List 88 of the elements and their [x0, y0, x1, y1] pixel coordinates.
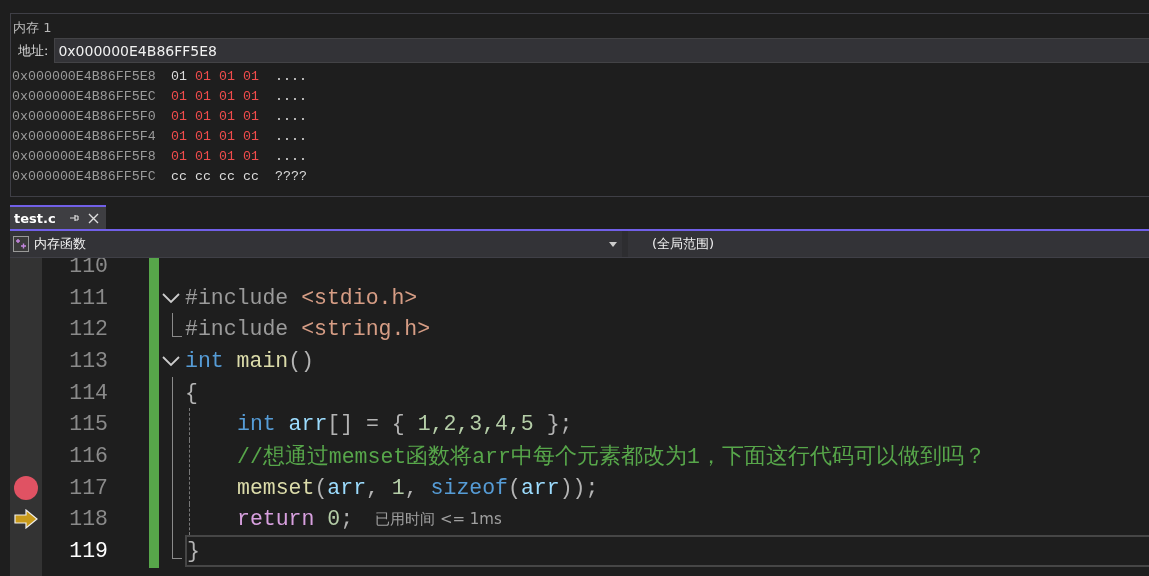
- memory-byte: 01: [242, 148, 259, 164]
- line-number: 113: [68, 347, 108, 375]
- directive: #include: [185, 285, 290, 310]
- memory-byte: 01: [171, 108, 187, 124]
- number-literal: 1,2,3,4,5: [417, 412, 534, 437]
- memory-address: 0x000000E4B86FF5F0: [12, 108, 157, 124]
- punctuation: [] = {: [327, 412, 406, 437]
- caret-icon: [609, 241, 617, 247]
- line-number: 111: [68, 284, 108, 312]
- punctuation: }: [187, 539, 200, 564]
- file-tab[interactable]: test.c: [10, 205, 106, 229]
- collapse-icon[interactable]: [162, 291, 180, 304]
- punctuation: };: [545, 412, 573, 437]
- keyword: sizeof: [430, 475, 508, 500]
- variable-name: arr: [288, 412, 328, 437]
- ascii-text: ????: [275, 168, 307, 184]
- line-number: 112: [68, 316, 108, 344]
- memory-address: 0x000000E4B86FF5F8: [12, 148, 157, 164]
- memory-byte: 01: [194, 88, 211, 104]
- line-number: 110: [68, 258, 108, 280]
- memory-byte: 01: [194, 108, 211, 124]
- keyword: int: [237, 412, 277, 437]
- memory-byte: 01: [218, 68, 235, 84]
- collapse-icon[interactable]: [162, 354, 180, 367]
- header-name: <stdio.h>: [301, 285, 418, 310]
- memory-byte: cc: [171, 168, 187, 184]
- function-name: main: [236, 348, 289, 373]
- punctuation: (: [508, 475, 521, 500]
- line-number: 119: [68, 538, 108, 566]
- header-name: <string.h>: [301, 317, 431, 342]
- memory-byte: 01: [171, 128, 187, 144]
- pin-icon[interactable]: [68, 213, 79, 223]
- line-number: 115: [68, 411, 108, 439]
- punctuation: {: [185, 380, 198, 405]
- line-number: 114: [68, 379, 108, 407]
- memory-byte: cc: [218, 168, 235, 184]
- keyword: int: [185, 348, 225, 373]
- memory-byte: 01: [218, 128, 235, 144]
- keyword: return: [237, 507, 316, 532]
- ascii-text: ....: [275, 88, 307, 104]
- function-name: memset: [237, 475, 315, 500]
- number-literal: 1: [391, 475, 405, 500]
- memory-address: 0x000000E4B86FF5E8: [12, 68, 157, 84]
- memory-byte: cc: [242, 168, 259, 184]
- variable-name: arr: [327, 475, 367, 500]
- punctuation: (): [288, 348, 315, 373]
- number-literal: 0: [327, 507, 341, 532]
- memory-byte: 01: [242, 128, 259, 144]
- memory-byte: 01: [218, 108, 235, 124]
- memory-address: 0x000000E4B86FF5F4: [12, 128, 157, 144]
- memory-byte: cc: [194, 168, 211, 184]
- elapsed-time-hint: 已用时间 <= 1ms: [375, 509, 502, 529]
- memory-byte: 01: [194, 148, 211, 164]
- memory-byte: 01: [171, 88, 187, 104]
- ascii-text: ....: [275, 68, 307, 84]
- close-icon[interactable]: [87, 212, 99, 224]
- address-field[interactable]: 0x000000E4B86FF5E8: [54, 38, 1149, 63]
- scope-icon: [13, 236, 29, 252]
- memory-byte: 01: [242, 68, 259, 84]
- memory-byte: 01: [242, 108, 259, 124]
- memory-byte: 01: [218, 148, 235, 164]
- memory-address: 0x000000E4B86FF5EC: [12, 88, 157, 104]
- code-comment: //想通过memset函数将arr中每个元素都改为1，下面这行代码可以做到吗？: [237, 443, 986, 471]
- punctuation: ,: [366, 475, 380, 500]
- punctuation: ));: [559, 475, 599, 500]
- line-number: 116: [68, 442, 108, 470]
- memory-byte: 01: [171, 68, 187, 84]
- punctuation: (: [314, 475, 328, 500]
- variable-name: arr: [520, 475, 560, 500]
- memory-byte: 01: [194, 128, 211, 144]
- ascii-text: ....: [275, 128, 307, 144]
- member-dropdown[interactable]: (全局范围): [628, 231, 1149, 257]
- ascii-text: ....: [275, 148, 307, 164]
- directive: #include: [185, 317, 290, 342]
- punctuation: ,: [404, 475, 419, 500]
- ascii-text: ....: [275, 108, 307, 124]
- scope-dropdown[interactable]: 内存函数: [10, 231, 622, 257]
- line-number: 118: [68, 506, 108, 534]
- memory-byte: 01: [194, 68, 211, 84]
- memory-address: 0x000000E4B86FF5FC: [12, 168, 157, 184]
- punctuation: ;: [340, 507, 354, 532]
- memory-byte: 01: [242, 88, 259, 104]
- memory-byte: 01: [218, 88, 235, 104]
- line-number: 117: [68, 474, 108, 502]
- panel-title: 内存 1: [12, 19, 53, 37]
- memory-byte: 01: [171, 148, 187, 164]
- address-label: 地址:: [17, 41, 50, 60]
- breakpoint-icon[interactable]: [13, 474, 39, 501]
